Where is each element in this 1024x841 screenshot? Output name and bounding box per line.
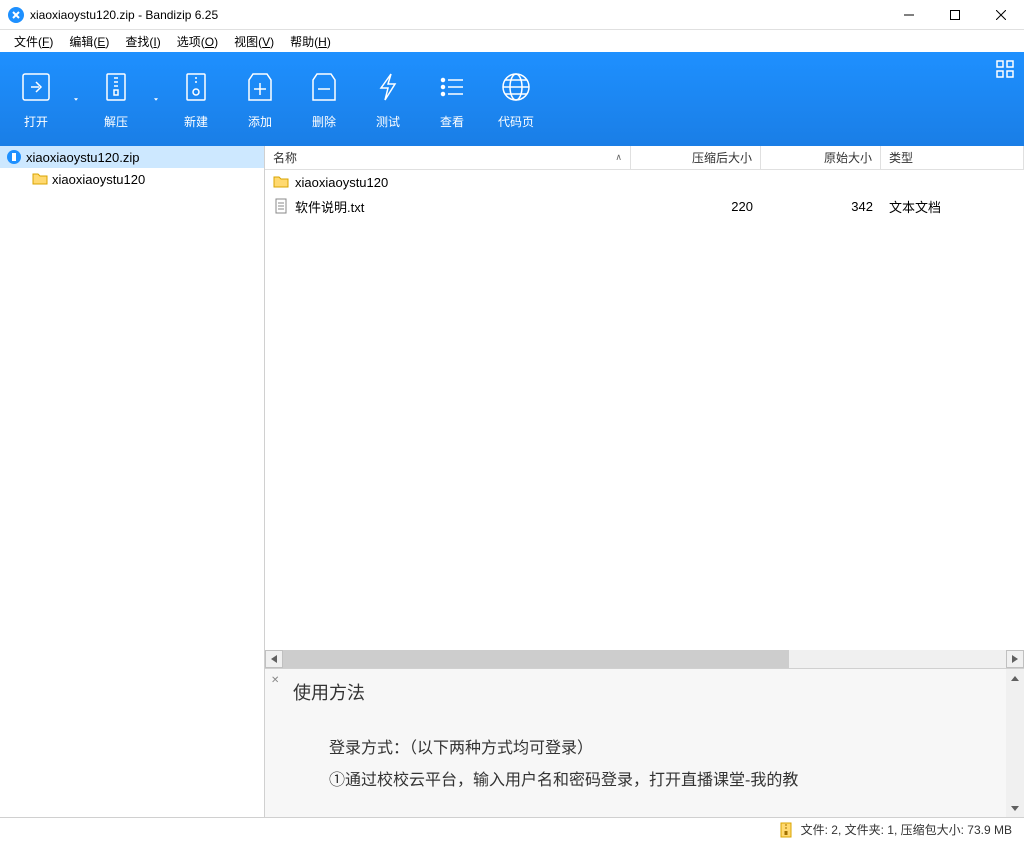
toolbar-codepage-button[interactable]: 代码页: [484, 52, 548, 146]
tree-panel: xiaoxiaoystu120.zip xiaoxiaoystu120: [0, 146, 265, 817]
maximize-button[interactable]: [932, 0, 978, 30]
column-name[interactable]: 名称∧: [265, 146, 631, 169]
preview-line: ①通过校校云平台，输入用户名和密码登录，打开直播课堂-我的教: [329, 765, 1004, 797]
menu-file[interactable]: 文件(F): [8, 31, 59, 52]
toolbar-apps-button[interactable]: [996, 60, 1014, 81]
tree-child-label: xiaoxiaoystu120: [52, 172, 145, 187]
delete-icon: [306, 69, 342, 105]
file-original: 342: [761, 197, 881, 216]
file-type: 文本文档: [881, 195, 1024, 218]
file-name: 软件说明.txt: [295, 197, 364, 216]
scroll-right-button[interactable]: [1006, 650, 1024, 668]
status-text: 文件: 2, 文件夹: 1, 压缩包大小: 73.9 MB: [801, 821, 1012, 838]
tree-root-label: xiaoxiaoystu120.zip: [26, 150, 139, 165]
scroll-up-button[interactable]: [1006, 669, 1024, 687]
preview-panel: ✕ 使用方法 登录方式：（以下两种方式均可登录） ①通过校校云平台，输入用户名和…: [265, 669, 1024, 817]
list-row[interactable]: xiaoxiaoystu120: [265, 170, 1024, 194]
app-window: xiaoxiaoystu120.zip - Bandizip 6.25 文件(F…: [0, 0, 1024, 841]
codepage-icon: [498, 69, 534, 105]
toolbar-open-button[interactable]: 打开: [4, 52, 68, 146]
tree-child-item[interactable]: xiaoxiaoystu120: [0, 168, 264, 190]
view-icon: [434, 69, 470, 105]
app-icon: [8, 7, 24, 23]
column-original[interactable]: 原始大小: [761, 146, 881, 169]
menu-help[interactable]: 帮助(H): [284, 31, 337, 52]
menu-options[interactable]: 选项(O): [171, 31, 224, 52]
main-area: xiaoxiaoystu120.zip xiaoxiaoystu120 名称∧ …: [0, 146, 1024, 817]
toolbar-add-button[interactable]: 添加: [228, 52, 292, 146]
preview-scrollbar[interactable]: [1006, 669, 1024, 817]
scroll-down-button[interactable]: [1006, 799, 1024, 817]
test-icon: [370, 69, 406, 105]
status-bar: 文件: 2, 文件夹: 1, 压缩包大小: 73.9 MB: [0, 817, 1024, 841]
file-list: 名称∧ 压缩后大小 原始大小 类型 xiaoxiaoystu120: [265, 146, 1024, 669]
title-bar: xiaoxiaoystu120.zip - Bandizip 6.25: [0, 0, 1024, 30]
scroll-thumb[interactable]: [283, 650, 789, 668]
menu-edit[interactable]: 编辑(E): [63, 31, 115, 52]
list-row[interactable]: 软件说明.txt 220 342 文本文档: [265, 194, 1024, 218]
list-header: 名称∧ 压缩后大小 原始大小 类型: [265, 146, 1024, 170]
preview-line: 登录方式：（以下两种方式均可登录）: [329, 733, 1004, 765]
menu-bar: 文件(F) 编辑(E) 查找(I) 选项(O) 视图(V) 帮助(H): [0, 30, 1024, 52]
toolbar-view-button[interactable]: 查看: [420, 52, 484, 146]
tree-root-item[interactable]: xiaoxiaoystu120.zip: [0, 146, 264, 168]
toolbar-test-button[interactable]: 测试: [356, 52, 420, 146]
scroll-left-button[interactable]: [265, 650, 283, 668]
file-type: [881, 180, 1024, 184]
toolbar-delete-button[interactable]: 删除: [292, 52, 356, 146]
preview-title: 使用方法: [293, 679, 1004, 705]
column-type[interactable]: 类型: [881, 146, 1024, 169]
folder-icon: [32, 171, 48, 187]
add-icon: [242, 69, 278, 105]
extract-icon: [98, 69, 134, 105]
toolbar-new-button[interactable]: 新建: [164, 52, 228, 146]
list-body: xiaoxiaoystu120 软件说明.txt 220 342 文本: [265, 170, 1024, 650]
toolbar: 打开 解压 新建 添加 删除 测试 查看 代码页: [0, 52, 1024, 146]
column-compressed[interactable]: 压缩后大小: [631, 146, 761, 169]
toolbar-extract-dropdown[interactable]: [148, 97, 164, 102]
toolbar-extract-button[interactable]: 解压: [84, 52, 148, 146]
file-compressed: 220: [631, 197, 761, 216]
horizontal-scrollbar[interactable]: [265, 650, 1024, 668]
txt-icon: [273, 198, 289, 214]
menu-view[interactable]: 视图(V): [228, 31, 280, 52]
content-panel: 名称∧ 压缩后大小 原始大小 类型 xiaoxiaoystu120: [265, 146, 1024, 817]
archive-icon: [6, 149, 22, 165]
file-original: [761, 180, 881, 184]
new-icon: [178, 69, 214, 105]
menu-find[interactable]: 查找(I): [119, 31, 166, 52]
preview-close-button[interactable]: ✕: [271, 675, 279, 686]
archive-status-icon: [779, 822, 793, 838]
file-name: xiaoxiaoystu120: [295, 175, 388, 190]
close-button[interactable]: [978, 0, 1024, 30]
minimize-button[interactable]: [886, 0, 932, 30]
open-icon: [18, 69, 54, 105]
file-compressed: [631, 180, 761, 184]
toolbar-open-dropdown[interactable]: [68, 97, 84, 102]
scroll-track[interactable]: [283, 650, 1006, 668]
folder-icon: [273, 174, 289, 190]
window-title: xiaoxiaoystu120.zip - Bandizip 6.25: [30, 8, 886, 22]
window-controls: [886, 0, 1024, 29]
